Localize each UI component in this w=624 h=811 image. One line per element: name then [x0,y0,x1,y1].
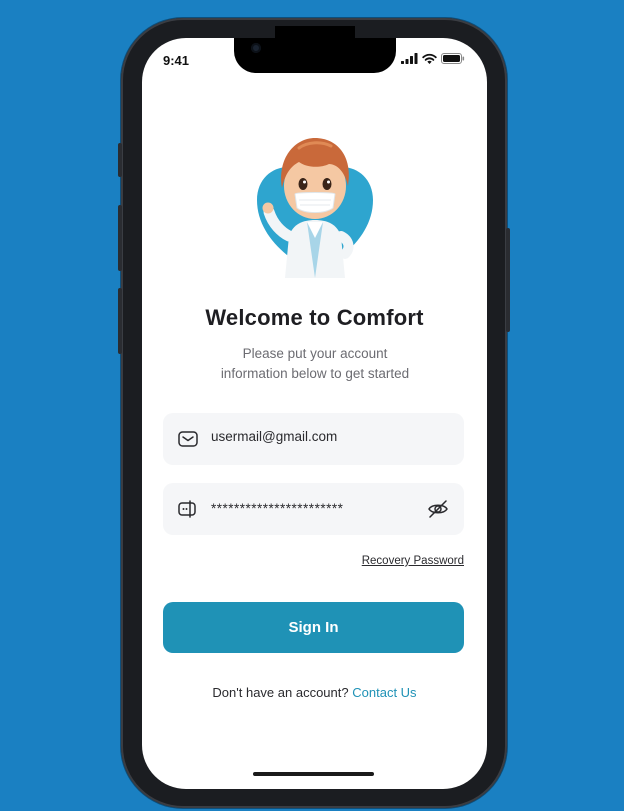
password-value: *********************** [211,501,344,516]
doctor-illustration [257,138,373,278]
camera-icon [251,43,261,53]
power-button [506,228,510,332]
status-icons [401,53,465,64]
page-title: Welcome to Comfort [205,305,424,330]
email-field[interactable]: usermail@gmail.com [163,413,464,465]
recovery-password-link[interactable]: Recovery Password [362,555,464,567]
eye-off-icon[interactable] [426,497,450,521]
signal-icon [401,53,418,64]
envelope-icon [178,431,198,447]
status-time: 9:41 [163,53,190,68]
subtitle-line-2: information below to get started [220,366,410,381]
wifi-icon [422,53,437,64]
battery-icon [441,53,465,64]
sign-in-button[interactable]: Sign In [163,602,464,653]
password-icon [178,500,196,518]
mute-switch [118,143,122,177]
volume-up-button [118,205,122,271]
contact-us-link[interactable]: Contact Us [352,685,416,700]
footer-contact: Don't have an account? Contact Us [142,685,487,700]
volume-down-button [118,288,122,354]
subtitle-line-1: Please put your account [242,346,388,361]
password-field[interactable]: *********************** [163,483,464,535]
footer-prompt: Don't have an account? [212,685,349,700]
email-value: usermail@gmail.com [211,429,338,444]
doctor-avatar [255,128,375,278]
home-indicator[interactable] [253,772,374,776]
page-subtitle: Please put your account information belo… [180,344,450,384]
